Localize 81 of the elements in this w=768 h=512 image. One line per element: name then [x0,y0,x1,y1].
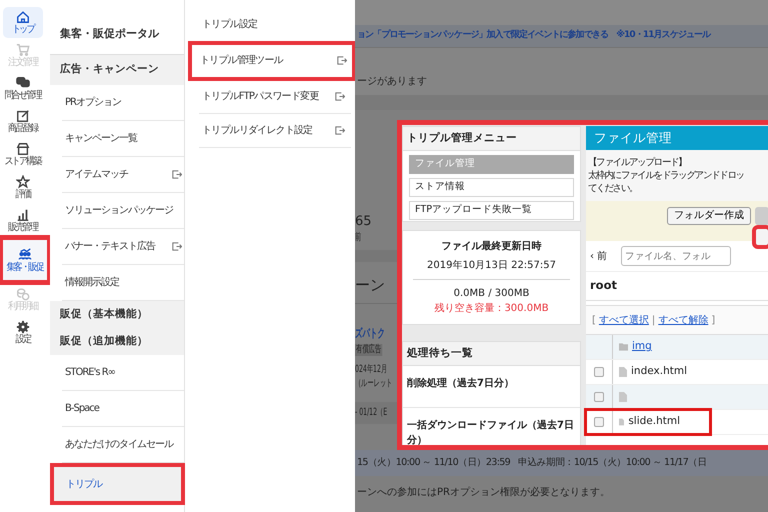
chat-icon [16,76,30,90]
file-row[interactable] [586,385,768,410]
people-icon [18,248,32,262]
bar-chart-icon [16,208,30,222]
bracket-text: | [652,314,656,328]
submenu-item[interactable]: トリプル設定 [199,8,351,42]
nav-rail-item[interactable]: 評価 [3,172,43,203]
queue-item: 一括ダウンロードファイル（過去7日分） [407,420,574,445]
menu-section-heading: 広告・キャンペーン [50,55,184,85]
folder-path: root [586,271,768,301]
folder-icon [619,343,628,351]
menu-item[interactable]: PRオプション [62,85,184,121]
nav-rail-item[interactable]: 集客・販促 [2,239,48,281]
info-heading: ファイル最終更新日時 [440,239,542,254]
submenu-item[interactable]: トリプルFTPパスワード変更 [199,80,351,114]
menu-item[interactable]: STORE's R∞ [62,355,184,391]
menu-item[interactable]: B-Space [62,391,184,427]
nav-rail-item[interactable]: ストア構築 [3,139,43,170]
toolbar-button[interactable]: フォルダー作成 [667,207,751,225]
storage-usage: 0.0MB / 300MB [452,287,530,301]
submenu-item[interactable]: トリプル管理ツール [191,44,353,78]
stat-label: 前 [355,232,362,244]
nav-rail-item[interactable]: 問合せ管理 [3,73,43,104]
queue-item: 削除処理（過去7日分） [407,378,514,389]
upload-text: てください。 [588,182,638,195]
panel-title: ファイル管理 [586,126,768,150]
search-field[interactable]: ファイル名、フォル [621,246,732,266]
menu-item[interactable]: あなただけのタイムセール [62,427,184,463]
campaign-period: - 01/12（E [355,406,388,419]
nav-rail-item[interactable]: 商品登録 [3,106,43,137]
tool-menu-item[interactable]: ストア情報 [409,178,574,197]
back-link[interactable]: ‹ 前 [590,248,608,264]
coins-icon [16,287,30,301]
menu-item[interactable]: トリプル [53,466,182,502]
campaign-tag: 有償広告 [355,344,382,356]
campaign-text: 024年12月 [355,364,388,376]
campaign-text: （ルーレット [355,378,392,390]
submenu-item[interactable]: トリプルリダイレクト設定 [199,114,351,148]
toolbar-button[interactable] [755,228,768,246]
tool-menu-item[interactable]: FTPアップロード失敗一覧 [409,201,574,220]
home-icon [16,10,30,24]
file-icon [619,417,624,427]
checkbox[interactable] [594,367,604,377]
checkbox[interactable] [594,392,604,402]
panel-title: 処理待ち一覧 [403,342,580,366]
file-icon [619,367,627,377]
panel-title: トリプル管理メニュー [403,127,580,151]
select-link[interactable]: すべて解除 [658,312,708,328]
bracket-text: [ [592,314,596,328]
bracket-text: ] [711,314,716,328]
update-datetime: 2019年10月13日 22:57:57 [426,259,557,273]
file-icon [619,392,627,402]
edit-icon [16,109,30,123]
checkbox[interactable] [594,417,604,427]
nav-rail-item[interactable]: トップ [3,7,43,38]
menu-item[interactable]: ソリューションパッケージ [62,193,184,229]
event-period: 15（火）10:00 ～ 11/10（日）23:59 [357,456,510,470]
file-name: slide.html [628,414,680,430]
menu-section-heading: 販促（追加機能） [50,328,184,355]
footnote-text: ーンへの参加にはPRオプション権限が必要となります。 [357,486,610,500]
star-icon [16,175,30,189]
menu-section-heading: 販促（基本機能） [50,301,184,328]
campaign-title: ズバトク [355,326,385,340]
settings-icon [16,320,30,334]
store-icon [16,142,30,156]
remaining-capacity: 残り空き容量：300.0MB [433,302,550,316]
section-title: ーン [355,276,385,294]
select-link[interactable]: すべて選択 [598,312,649,328]
menu-item[interactable]: バナー・テキスト広告 [62,229,184,265]
nav-rail-item[interactable]: 販売管理 [3,205,43,236]
cart-icon [16,43,30,57]
application-period: 申込み期間：10/15（火）10:00 ～ 11/17（日 [518,456,707,470]
nav-rail-item[interactable]: 設定 [3,317,43,348]
upload-heading: 【ファイルアップロード】 [588,156,688,169]
stat-value: 65 [355,214,372,230]
file-name: index.html [631,364,687,380]
notice-text: ージがあります [357,75,427,89]
menu-item[interactable]: アイテムマッチ [62,157,184,193]
upload-text: 太枠内にファイルをドラッグアンドドロッ [588,169,745,182]
file-name[interactable]: img [632,339,652,355]
menu-item[interactable]: キャンペーン一覧 [62,121,184,157]
